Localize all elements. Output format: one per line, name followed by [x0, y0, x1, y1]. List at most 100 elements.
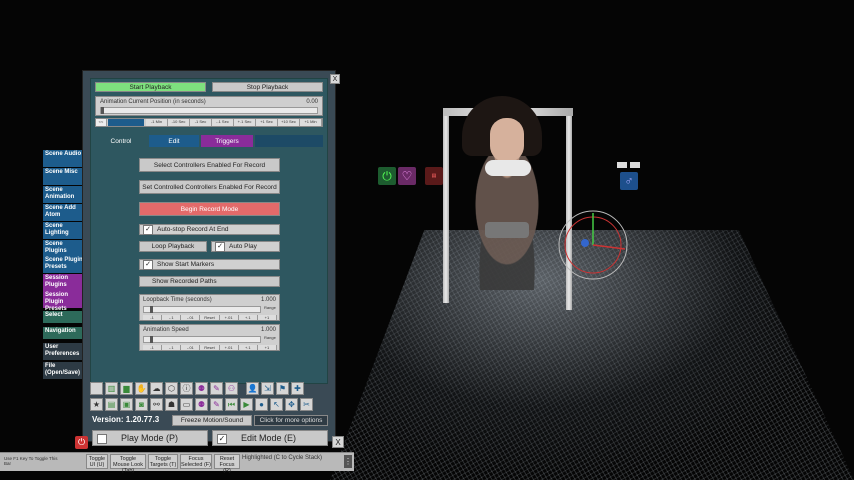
range-step-button[interactable]: -.01: [181, 345, 201, 350]
play-mode-button[interactable]: Play Mode (P): [92, 430, 208, 446]
play-icon[interactable]: ▶: [240, 398, 253, 411]
auto-play-toggle[interactable]: ✓ Auto Play: [211, 241, 280, 252]
position-slider-thumb[interactable]: [101, 107, 104, 114]
transform-gizmo[interactable]: [553, 205, 633, 285]
menu-icon[interactable]: ☰: [90, 382, 103, 395]
user-icon[interactable]: 👤: [246, 382, 259, 395]
toggle-ui-button[interactable]: Toggle UI (U): [86, 454, 108, 469]
loop-playback-button[interactable]: Loop Playback: [139, 241, 207, 252]
save-icon[interactable]: ▣: [120, 398, 133, 411]
info-icon[interactable]: ⓘ: [180, 382, 193, 395]
star-icon[interactable]: ★: [90, 398, 103, 411]
range-step-button[interactable]: +.01: [219, 345, 239, 350]
tab-edit[interactable]: Edit: [149, 135, 199, 147]
range-step-button[interactable]: -.01: [181, 315, 201, 320]
step-button[interactable]: +1 Sec: [256, 119, 278, 126]
record-icon[interactable]: ●: [255, 398, 268, 411]
range-step-button[interactable]: Reset: [200, 345, 220, 350]
reset-focus-button[interactable]: Reset Focus (R): [214, 454, 240, 474]
sidebar-item-scene-lighting[interactable]: Scene Lighting: [43, 222, 85, 239]
toggle-mouse-look-button[interactable]: Toggle Mouse Look (Tab): [110, 454, 146, 474]
sidebar-item-session-plugins[interactable]: Session Plugins: [43, 274, 85, 291]
begin-record-button[interactable]: Begin Record Mode: [139, 202, 280, 216]
start-playback-button[interactable]: Start Playback: [95, 82, 206, 92]
document-icon[interactable]: ▭: [180, 398, 193, 411]
sidebar-item-scene-plugins[interactable]: Scene Plugins: [43, 240, 85, 257]
sidebar-item-scene-plugin-presets[interactable]: Scene Plugin Presets: [43, 256, 85, 273]
step-button[interactable]: -10 Sec: [168, 119, 190, 126]
set-controllers-button[interactable]: Set Controlled Controllers Enabled For R…: [139, 180, 280, 194]
loopback-slider-thumb[interactable]: [149, 306, 153, 313]
image-edit-icon[interactable]: ▤: [105, 398, 118, 411]
panel-close-button[interactable]: X: [330, 74, 340, 84]
tab-triggers[interactable]: Triggers: [201, 135, 253, 147]
step-button[interactable]: +1 Min: [300, 119, 322, 126]
loopback-slider[interactable]: [143, 306, 261, 313]
atom-label-icon[interactable]: ▤: [425, 167, 443, 185]
mask-icon[interactable]: ☗: [165, 398, 178, 411]
person-add-icon[interactable]: ⚉: [195, 398, 208, 411]
show-start-markers-toggle[interactable]: ✓ Show Start Markers: [139, 259, 280, 270]
step-button[interactable]: -1 Min: [146, 119, 168, 126]
range-step-button[interactable]: +.1: [238, 345, 258, 350]
position-slider[interactable]: [100, 107, 318, 114]
select-controllers-button[interactable]: Select Controllers Enabled For Record: [139, 158, 280, 172]
step-button[interactable]: -1 Sec: [190, 119, 212, 126]
range-step-button[interactable]: +1: [257, 345, 277, 350]
person-icon[interactable]: ⚉: [195, 382, 208, 395]
flag-icon[interactable]: ⚑: [276, 382, 289, 395]
tab-control[interactable]: Control: [95, 135, 147, 147]
cloud-icon[interactable]: ☁: [150, 382, 163, 395]
first-icon[interactable]: ⏮: [225, 398, 238, 411]
anim-speed-slider[interactable]: [143, 336, 261, 343]
sidebar-item-user-preferences[interactable]: User Preferences: [43, 343, 85, 360]
range-step-button[interactable]: -.1: [162, 345, 182, 350]
range-step-button[interactable]: +1: [257, 315, 277, 320]
camera-icon[interactable]: ◙: [135, 398, 148, 411]
more-options-button[interactable]: Click for more options: [254, 415, 328, 426]
sidebar-item-file-open-save[interactable]: File (Open/Save): [43, 362, 85, 379]
power-icon[interactable]: ⏻: [75, 436, 88, 449]
stop-playback-button[interactable]: Stop Playback: [212, 82, 323, 92]
range-step-button[interactable]: +.01: [219, 315, 239, 320]
share-icon[interactable]: ⇲: [261, 382, 274, 395]
freeze-motion-button[interactable]: Freeze Motion/Sound: [172, 415, 252, 426]
tools-icon[interactable]: ✂: [300, 398, 313, 411]
cube-icon[interactable]: ⬡: [165, 382, 178, 395]
network-icon[interactable]: ⚯: [150, 398, 163, 411]
show-recorded-paths-toggle[interactable]: Show Recorded Paths: [139, 276, 280, 287]
cursor-icon[interactable]: ↖: [270, 398, 283, 411]
edit-mode-button[interactable]: ✓ Edit Mode (E): [212, 430, 328, 446]
sidebar-item-scene-misc[interactable]: Scene Misc: [43, 168, 85, 185]
more-vertical-icon[interactable]: ⋮: [344, 455, 352, 468]
auto-stop-toggle[interactable]: ✓ Auto-stop Record At End: [139, 224, 280, 235]
sidebar-item-scene-add-atom[interactable]: Scene Add Atom: [43, 204, 85, 221]
sidebar-item-navigation[interactable]: Navigation: [43, 327, 85, 339]
image-icon[interactable]: ▥: [105, 382, 118, 395]
hand-icon[interactable]: ✋: [135, 382, 148, 395]
heart-icon[interactable]: ♡: [398, 167, 416, 185]
step-button[interactable]: +.1 Sec: [234, 119, 256, 126]
power-icon[interactable]: ⏻: [378, 167, 396, 185]
lock-icon[interactable]: ✎: [210, 382, 223, 395]
focus-selected-button[interactable]: Focus Selected (F): [180, 454, 212, 469]
range-step-button[interactable]: -.1: [162, 315, 182, 320]
step-button[interactable]: +10 Sec: [278, 119, 300, 126]
range-step-button[interactable]: -1: [143, 315, 163, 320]
sidebar-item-select[interactable]: Select: [43, 311, 85, 323]
group-icon[interactable]: ⚇: [225, 382, 238, 395]
step-button[interactable]: -.1 Sec: [212, 119, 234, 126]
sidebar-item-scene-audio[interactable]: Scene Audio: [43, 150, 85, 167]
close-ui-button[interactable]: X: [332, 436, 344, 448]
sidebar-item-scene-animation[interactable]: Scene Animation: [43, 186, 85, 203]
range-step-button[interactable]: Reset: [200, 315, 220, 320]
folder-icon[interactable]: ▆: [120, 382, 133, 395]
sidebar-item-session-plugin-presets[interactable]: Session Plugin Presets: [43, 291, 85, 312]
range-step-button[interactable]: +.1: [238, 315, 258, 320]
step-prev-button[interactable]: <<: [96, 119, 107, 126]
range-step-button[interactable]: -1: [143, 345, 163, 350]
lock2-icon[interactable]: ✎: [210, 398, 223, 411]
move-icon[interactable]: ✥: [285, 398, 298, 411]
male-icon[interactable]: ♂: [620, 172, 638, 190]
anim-speed-slider-thumb[interactable]: [149, 336, 153, 343]
